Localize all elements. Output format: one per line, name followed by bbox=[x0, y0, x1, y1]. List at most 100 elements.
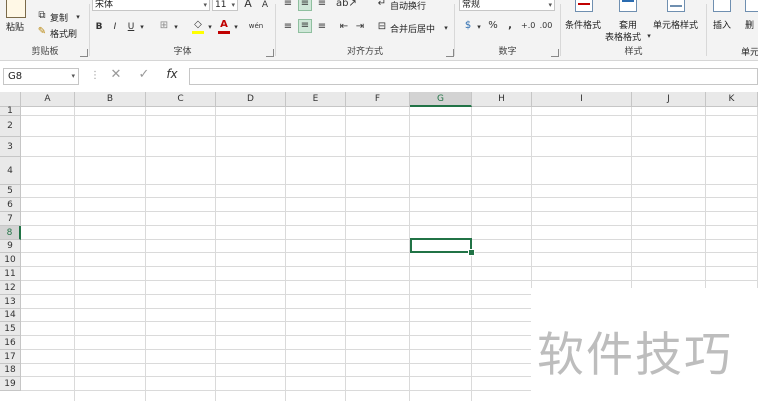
bold-button[interactable]: B bbox=[94, 21, 104, 33]
gridline bbox=[21, 280, 758, 281]
accounting-dropdown-icon[interactable]: ▾ bbox=[475, 21, 483, 33]
enter-icon[interactable]: ✓ bbox=[136, 68, 152, 81]
align-left-icon[interactable]: ≡ bbox=[282, 21, 294, 33]
column-header-a[interactable]: A bbox=[21, 92, 75, 107]
formula-input[interactable] bbox=[189, 68, 758, 85]
wrap-text-icon[interactable]: ↵ bbox=[376, 0, 388, 10]
column-header-f[interactable]: F bbox=[346, 92, 410, 107]
italic-button[interactable]: I bbox=[110, 21, 120, 33]
merge-center-icon[interactable]: ⊟ bbox=[376, 21, 388, 33]
border-dropdown-icon[interactable]: ▾ bbox=[172, 21, 180, 33]
column-header-k[interactable]: K bbox=[706, 92, 758, 107]
font-size-select[interactable]: 11 ▾ bbox=[212, 0, 238, 11]
column-header-b[interactable]: B bbox=[75, 92, 146, 107]
align-middle-icon[interactable]: ≡ bbox=[298, 0, 312, 11]
merge-center-button[interactable]: 合并后居中 bbox=[390, 22, 435, 35]
row-header-18[interactable]: 18 bbox=[0, 364, 21, 377]
fill-handle[interactable] bbox=[468, 249, 475, 256]
comma-button[interactable]: , bbox=[505, 20, 515, 32]
name-box[interactable]: G8 ▾ bbox=[3, 68, 79, 85]
cancel-icon[interactable]: ✕ bbox=[108, 68, 124, 81]
column-header-d[interactable]: D bbox=[216, 92, 286, 107]
insert-button[interactable]: 插入 bbox=[713, 18, 731, 31]
shrink-font-icon[interactable]: A bbox=[260, 0, 270, 11]
row-header-13[interactable]: 13 bbox=[0, 295, 21, 309]
decrease-decimal-icon[interactable]: .00 bbox=[539, 20, 553, 32]
selected-cell-g8[interactable] bbox=[410, 238, 472, 253]
underline-dropdown-icon[interactable]: ▾ bbox=[138, 21, 146, 33]
alignment-launcher-icon[interactable] bbox=[446, 49, 454, 57]
orientation-icon[interactable]: ab↗ bbox=[336, 0, 357, 10]
border-icon[interactable]: ⊞ bbox=[158, 20, 170, 32]
font-launcher-icon[interactable] bbox=[266, 49, 274, 57]
decrease-indent-icon[interactable]: ⇤ bbox=[338, 21, 350, 33]
copy-button[interactable]: 复制 bbox=[50, 11, 68, 24]
row-header-17[interactable]: 17 bbox=[0, 350, 21, 364]
font-label: 字体 bbox=[173, 47, 192, 57]
cell-styles-icon bbox=[667, 0, 685, 12]
align-center-icon[interactable]: ≡ bbox=[298, 19, 312, 33]
row-header-5[interactable]: 5 bbox=[0, 185, 21, 198]
select-all-corner[interactable] bbox=[0, 92, 21, 107]
row-header-10[interactable]: 10 bbox=[0, 253, 21, 267]
align-right-icon[interactable]: ≡ bbox=[316, 21, 328, 33]
font-name-select[interactable]: 宋体 ▾ bbox=[92, 0, 210, 11]
number-format-value: 常规 bbox=[462, 0, 481, 10]
align-top-icon[interactable]: ≡ bbox=[282, 0, 294, 10]
column-header-j[interactable]: J bbox=[632, 92, 706, 107]
align-bottom-icon[interactable]: ≡ bbox=[316, 0, 328, 10]
row-header-2[interactable]: 2 bbox=[0, 116, 21, 137]
percent-button[interactable]: % bbox=[487, 20, 499, 32]
font-size-value: 11 bbox=[215, 0, 227, 10]
number-launcher-icon[interactable] bbox=[551, 49, 559, 57]
format-painter-button[interactable]: 格式刷 bbox=[50, 27, 77, 40]
format-table-dropdown-icon[interactable]: ▾ bbox=[645, 30, 653, 42]
underline-button[interactable]: U bbox=[126, 21, 136, 33]
insert-function-icon[interactable]: fx bbox=[163, 68, 181, 80]
row-header-9[interactable]: 9 bbox=[0, 240, 21, 253]
row-header-15[interactable]: 15 bbox=[0, 322, 21, 336]
phonetic-icon[interactable]: wén bbox=[248, 20, 264, 32]
row-header-7[interactable]: 7 bbox=[0, 212, 21, 226]
insert-cells-icon bbox=[713, 0, 731, 12]
paste-icon[interactable] bbox=[6, 0, 26, 18]
accounting-icon[interactable]: $ bbox=[461, 20, 475, 32]
clipboard-launcher-icon[interactable] bbox=[80, 49, 88, 57]
fill-color-icon[interactable]: ◇ bbox=[192, 19, 204, 34]
font-color-dropdown-icon[interactable]: ▾ bbox=[232, 21, 240, 33]
wrap-text-button[interactable]: 自动换行 bbox=[390, 0, 426, 12]
fill-dropdown-icon[interactable]: ▾ bbox=[206, 21, 214, 33]
copy-dropdown-icon[interactable]: ▾ bbox=[74, 11, 82, 23]
grow-font-icon[interactable]: A bbox=[243, 0, 253, 10]
row-header-19[interactable]: 19 bbox=[0, 377, 21, 391]
increase-decimal-icon[interactable]: +.0 bbox=[521, 20, 535, 32]
more-icon: ⋮ bbox=[90, 70, 100, 81]
row-header-11[interactable]: 11 bbox=[0, 267, 21, 281]
column-header-i[interactable]: I bbox=[532, 92, 632, 107]
row-header-4[interactable]: 4 bbox=[0, 157, 21, 185]
column-header-g[interactable]: G bbox=[410, 92, 472, 107]
column-header-e[interactable]: E bbox=[286, 92, 346, 107]
row-header-14[interactable]: 14 bbox=[0, 309, 21, 322]
row-header-3[interactable]: 3 bbox=[0, 137, 21, 157]
row-header-16[interactable]: 16 bbox=[0, 336, 21, 350]
column-header-h[interactable]: H bbox=[472, 92, 532, 107]
paste-button[interactable]: 粘贴 bbox=[6, 20, 24, 33]
row-header-12[interactable]: 12 bbox=[0, 281, 21, 295]
gridline bbox=[409, 107, 410, 401]
merge-dropdown-icon[interactable]: ▾ bbox=[442, 22, 450, 34]
conditional-format-button[interactable]: 条件格式 bbox=[565, 18, 601, 31]
gridline bbox=[21, 115, 758, 116]
column-header-c[interactable]: C bbox=[146, 92, 216, 107]
row-header-1[interactable]: 1 bbox=[0, 107, 21, 116]
font-color-icon[interactable]: A bbox=[218, 19, 230, 34]
font-group: 宋体 ▾ 11 ▾ A A B I U ▾ ⊞ ▾ ◇ ▾ A ▾ wén 字体 bbox=[90, 0, 275, 60]
delete-button[interactable]: 删 bbox=[745, 18, 754, 31]
row-header-8[interactable]: 8 bbox=[0, 226, 21, 240]
format-table-line2[interactable]: 表格格式 bbox=[605, 30, 641, 43]
gridline bbox=[21, 136, 758, 137]
number-format-select[interactable]: 常规 ▾ bbox=[459, 0, 555, 11]
cell-styles-button[interactable]: 单元格样式 bbox=[653, 18, 698, 31]
row-header-6[interactable]: 6 bbox=[0, 198, 21, 212]
increase-indent-icon[interactable]: ⇥ bbox=[354, 21, 366, 33]
